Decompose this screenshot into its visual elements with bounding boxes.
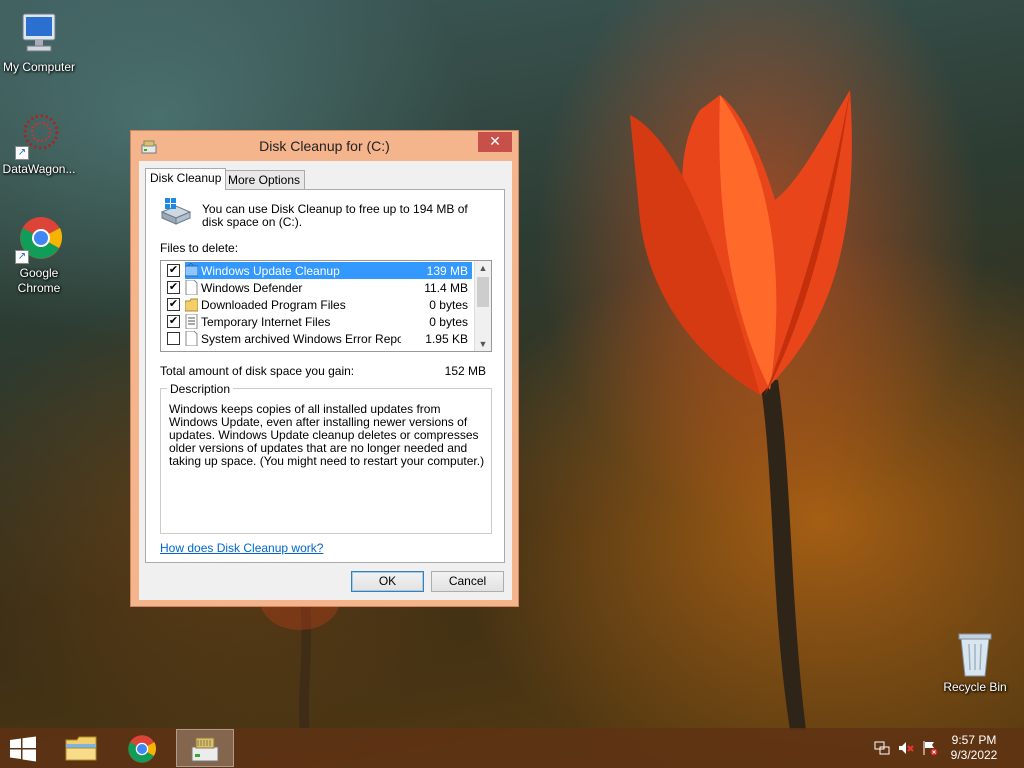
taskbar-disk-cleanup[interactable] xyxy=(176,729,234,767)
file-row-system-archived-error-reports[interactable]: System archived Windows Error Repor... 1… xyxy=(161,330,476,347)
clock-time: 9:57 PM xyxy=(951,733,997,747)
check-icon: ✔ xyxy=(168,315,179,327)
file-row-windows-defender[interactable]: ✔ Windows Defender 11.4 MB xyxy=(161,279,476,296)
file-row-temporary-internet-files[interactable]: ✔ Temporary Internet Files 0 bytes xyxy=(161,313,476,330)
file-name: System archived Windows Error Repor... xyxy=(201,332,401,346)
tab-more-options[interactable]: More Options xyxy=(223,170,306,189)
checkbox[interactable]: ✔ xyxy=(167,281,180,294)
dialog-titlebar[interactable]: Disk Cleanup for (C:) ✕ xyxy=(131,131,518,161)
document-icon xyxy=(185,279,198,296)
files-to-delete-label: Files to delete: xyxy=(160,241,239,255)
disk-cleanup-dialog: Disk Cleanup for (C:) ✕ Disk Cleanup Mor… xyxy=(130,130,519,607)
total-space-value: 152 MB xyxy=(444,364,486,378)
close-button[interactable]: ✕ xyxy=(478,132,512,152)
chrome-icon: ↗ xyxy=(15,216,63,264)
clock-date: 9/3/2022 xyxy=(950,748,998,762)
tab-disk-cleanup[interactable]: Disk Cleanup xyxy=(145,168,227,190)
scroll-thumb[interactable] xyxy=(477,277,489,307)
taskbar-chrome[interactable] xyxy=(114,729,172,767)
folder-icon xyxy=(184,297,199,312)
file-row-downloaded-program-files[interactable]: ✔ Downloaded Program Files 0 bytes xyxy=(161,296,476,313)
action-center-flag-icon[interactable] xyxy=(922,740,938,756)
file-size: 139 MB xyxy=(426,264,468,278)
check-icon: ✔ xyxy=(168,264,179,276)
dialog-title: Disk Cleanup for (C:) xyxy=(259,138,390,154)
ok-button[interactable]: OK xyxy=(351,571,424,592)
description-legend: Description xyxy=(167,382,234,396)
network-icon[interactable] xyxy=(874,740,890,756)
file-row-windows-update-cleanup[interactable]: ✔ Windows Update Cleanup 139 MB xyxy=(161,262,476,279)
close-icon: ✕ xyxy=(489,133,501,149)
scroll-down-icon[interactable]: ▼ xyxy=(475,337,491,351)
computer-icon xyxy=(15,10,63,58)
checkbox[interactable]: ✔ xyxy=(167,264,180,277)
shortcut-arrow-icon: ↗ xyxy=(15,250,29,264)
file-name: Temporary Internet Files xyxy=(201,315,331,329)
help-link[interactable]: How does Disk Cleanup work? xyxy=(160,541,323,555)
checkbox[interactable]: ✔ xyxy=(167,315,180,328)
taskbar-clock[interactable]: 9:57 PM 9/3/2022 xyxy=(944,733,1004,763)
recycle-bin-icon xyxy=(951,630,999,678)
cancel-button[interactable]: Cancel xyxy=(431,571,504,592)
desktop-icon-label: Google Chrome xyxy=(17,266,61,295)
disk-cleanup-panel: You can use Disk Cleanup to free up to 1… xyxy=(145,189,505,563)
file-name: Windows Update Cleanup xyxy=(201,264,340,278)
total-space-label: Total amount of disk space you gain: xyxy=(160,364,355,378)
description-text: Windows keeps copies of all installed up… xyxy=(169,402,485,468)
chrome-icon xyxy=(127,734,157,767)
lined-document-icon xyxy=(185,313,198,330)
windows-start-icon[interactable] xyxy=(9,736,37,762)
file-size: 11.4 MB xyxy=(424,281,468,295)
checkbox[interactable]: ✔ xyxy=(167,298,180,311)
file-name: Downloaded Program Files xyxy=(201,298,346,312)
desktop-icon-recycle-bin[interactable]: Recycle Bin xyxy=(933,630,1017,694)
desktop-icon-label: My Computer xyxy=(2,60,76,74)
file-size: 0 bytes xyxy=(429,315,468,329)
file-size: 1.95 KB xyxy=(425,332,468,346)
file-list-scrollbar[interactable]: ▲ ▼ xyxy=(474,261,491,351)
description-group: Description Windows keeps copies of all … xyxy=(160,382,492,534)
volume-muted-icon[interactable] xyxy=(898,740,914,756)
desktop-icon-datawagon[interactable]: ↗ DataWagon... xyxy=(0,112,81,176)
desktop-icon-google-chrome[interactable]: ↗ Google Chrome xyxy=(0,216,81,296)
datawagon-icon: ↗ xyxy=(15,112,63,160)
files-to-delete-list[interactable]: ✔ Windows Update Cleanup 139 MB ✔ Window… xyxy=(160,260,492,352)
desktop-icon-my-computer[interactable]: My Computer xyxy=(0,10,81,74)
file-size: 0 bytes xyxy=(429,298,468,312)
file-name: Windows Defender xyxy=(201,281,303,295)
file-explorer-icon xyxy=(65,734,97,765)
document-icon xyxy=(185,330,198,347)
scroll-up-icon[interactable]: ▲ xyxy=(475,261,491,275)
check-icon: ✔ xyxy=(168,298,179,310)
cleanup-info-text: You can use Disk Cleanup to free up to 1… xyxy=(202,202,468,229)
taskbar: 9:57 PM 9/3/2022 xyxy=(0,728,1024,768)
drive-cleanup-icon xyxy=(160,196,192,226)
check-icon: ✔ xyxy=(168,281,179,293)
windows-update-icon xyxy=(184,262,199,278)
desktop-icon-label: DataWagon... xyxy=(2,162,76,176)
desktop-icon-label: Recycle Bin xyxy=(943,680,1007,694)
checkbox[interactable] xyxy=(167,332,180,345)
disk-cleanup-icon xyxy=(190,735,220,766)
taskbar-file-explorer[interactable] xyxy=(52,729,110,767)
dialog-client: Disk Cleanup More Options You can use Di… xyxy=(139,161,512,600)
shortcut-arrow-icon: ↗ xyxy=(15,146,29,160)
